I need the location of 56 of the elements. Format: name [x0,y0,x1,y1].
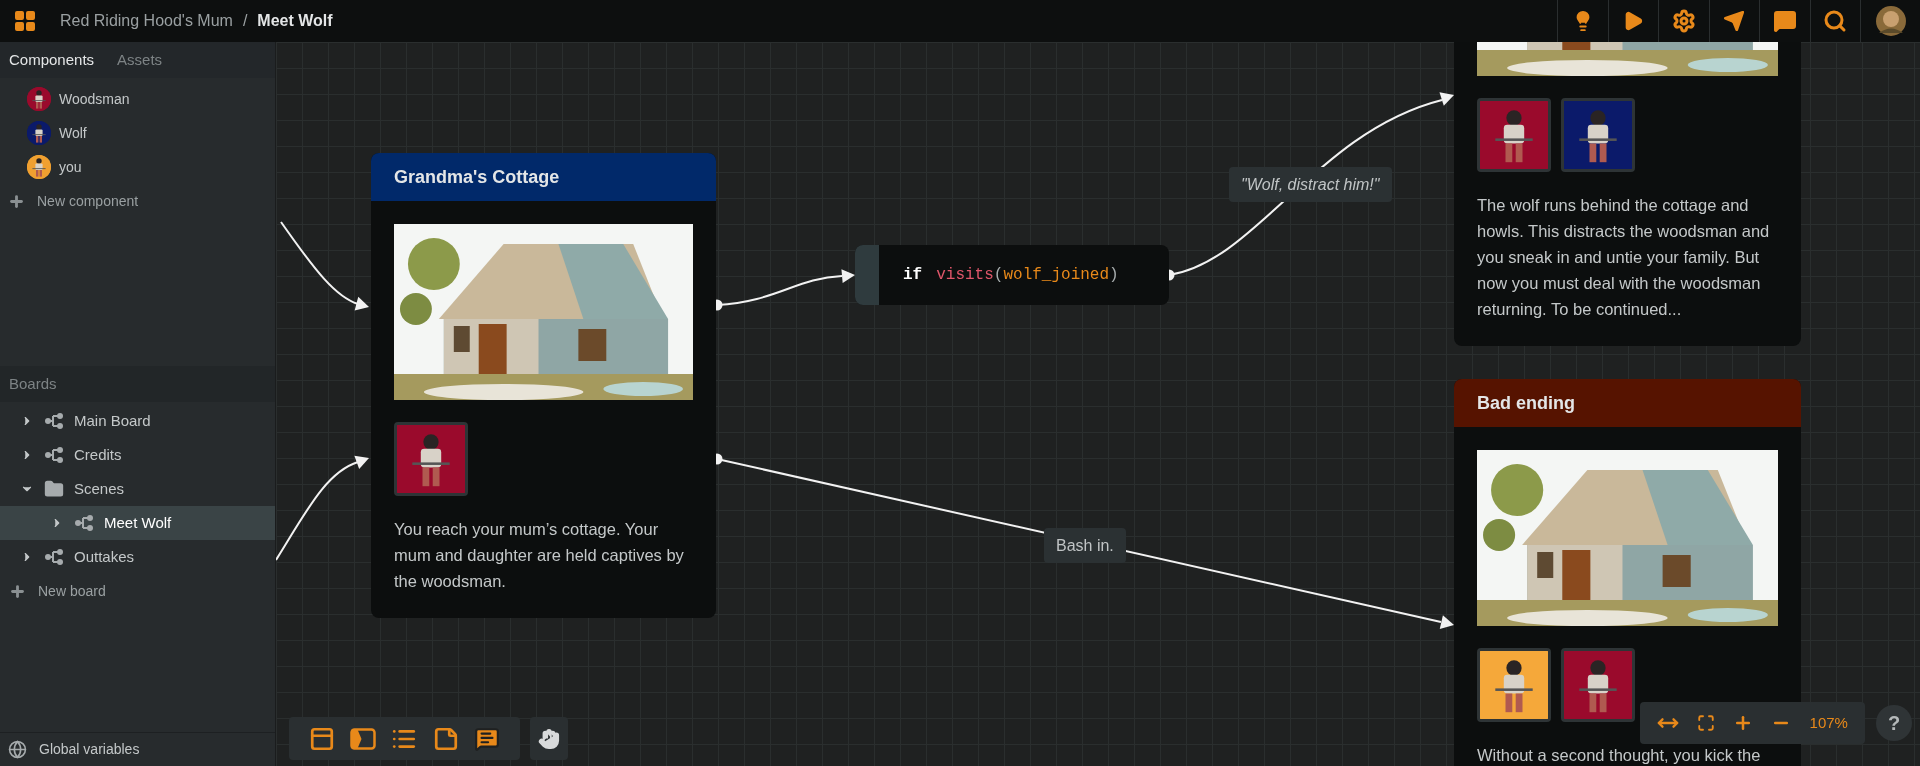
sidebar-tab[interactable]: Components [9,48,95,72]
scene-text: The wolf runs behind the cottage and howls. This distracts the woodsman and you sneak in and untie your family. But now you must deal with the woodsman returning. To be continued... [1477,195,1771,320]
branch-icon [44,413,64,429]
character-thumbnail[interactable] [1477,648,1551,722]
global-variables-button[interactable]: Global variables [0,732,275,766]
scene-text: You reach your mum’s cottage. Your mum and daughter are held captives by the woodsman. [394,519,685,592]
scene-node-icon[interactable] [308,725,335,752]
sidebar-tab[interactable]: Assets [117,48,163,72]
branch-icon [44,549,64,565]
app-grid-icon[interactable] [13,9,37,33]
character-thumbnail[interactable] [1561,98,1635,172]
board-item[interactable]: Scenes [0,472,275,506]
plus-icon [9,582,26,600]
comment-icon[interactable] [1772,9,1797,33]
zoom-level[interactable]: 107% [1809,711,1848,735]
folder-icon [44,479,64,499]
scene-card[interactable]: Grandma's Cottage You reach your mum’s cottage. Your mum and daughter are held captives by the woodsman. [371,153,716,618]
settings-icon[interactable] [1671,9,1696,33]
board-item[interactable]: Main Board [0,404,275,438]
board-item[interactable]: Outtakes [0,540,275,574]
fullscreen-icon[interactable] [1697,714,1716,732]
comment-icon[interactable] [474,725,501,752]
component-item[interactable]: you [0,150,275,184]
condition-node[interactable]: if visits(wolf_joined) [855,245,1169,305]
breadcrumb-separator: / [242,11,248,31]
scene-card[interactable]: The wolf runs behind the cottage and howls. This distracts the woodsman and you sneak in and untie your family. But now you must deal with the woodsman returning. To be continued... [1454,42,1801,346]
chevron-node-icon[interactable] [350,727,377,750]
new-board-button[interactable]: New board [0,574,275,608]
scene-card[interactable]: Bad ending Without a second thought, you kick the [1454,379,1801,766]
breadcrumb-current: Meet Wolf [257,11,333,31]
boards-header: Boards [0,366,275,402]
component-item[interactable]: Woodsman [0,82,275,116]
branch-icon [44,447,64,463]
send-icon[interactable] [1723,10,1746,32]
node-title: Bad ending [1454,379,1801,427]
node-title: Grandma's Cottage [371,153,716,201]
sticky-note-icon[interactable] [432,725,459,752]
edge-label[interactable]: "Wolf, distract him!" [1229,167,1392,202]
branch-icon [74,515,94,531]
help-button[interactable]: ? [1876,705,1912,741]
board-item[interactable]: Credits [0,438,275,472]
condition-code: if visits(wolf_joined) [902,265,1119,286]
user-avatar[interactable] [1875,6,1906,36]
edge-label[interactable]: Bash in. [1044,528,1126,563]
component-item[interactable]: Wolf [0,116,275,150]
breadcrumb-project[interactable]: Red Riding Hood's Mum [60,9,233,33]
character-thumbnail[interactable] [1561,648,1635,722]
plus-icon [8,192,25,210]
character-thumbnail[interactable] [394,422,468,496]
board-item[interactable]: Meet Wolf [0,506,275,540]
globe-icon [8,740,27,759]
search-icon[interactable] [1823,9,1848,33]
scene-text: Without a second thought, you kick the [1477,745,1762,766]
new-component-button[interactable]: New component [0,184,275,218]
character-thumbnail[interactable] [1477,98,1551,172]
hand-icon[interactable] [538,727,560,750]
